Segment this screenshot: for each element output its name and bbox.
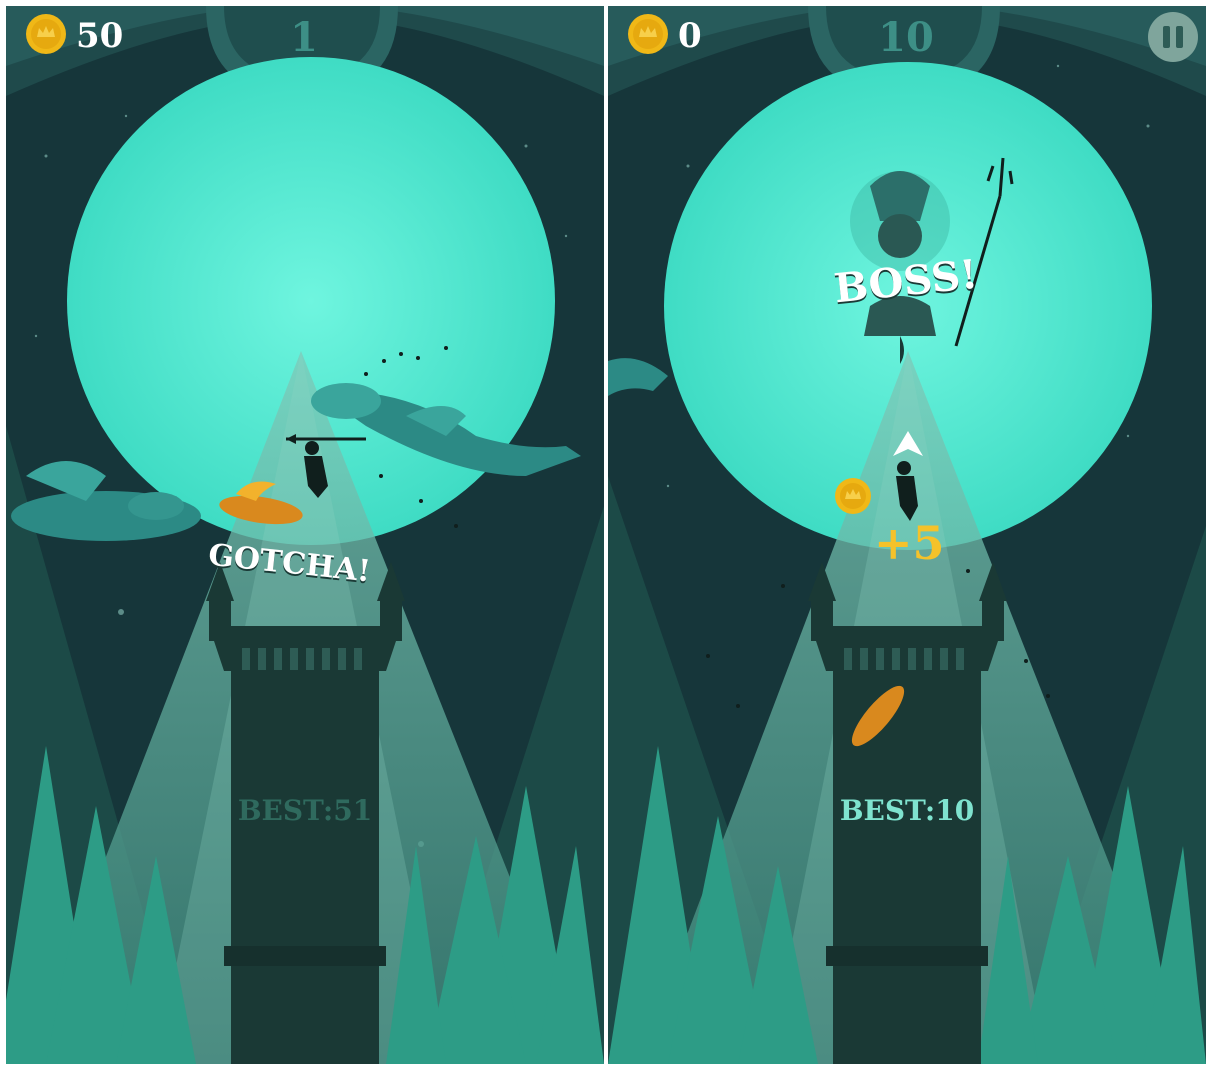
coin-icon <box>628 14 668 54</box>
coin-count: 0 <box>678 16 702 56</box>
game-screen-right[interactable]: 0 10 BOSS! +5 BEST:10 <box>608 6 1206 1064</box>
coin-icon <box>26 14 66 54</box>
current-score: 1 <box>290 14 318 61</box>
bonus-points: +5 <box>874 516 945 570</box>
best-score: BEST:51 <box>237 794 373 827</box>
coin-icon <box>835 478 871 514</box>
best-score: BEST:10 <box>839 794 975 827</box>
coin-count: 50 <box>76 16 124 56</box>
game-scene-left <box>6 6 604 1064</box>
current-score: 10 <box>878 14 934 61</box>
game-screen-left[interactable]: 50 1 GOTCHA! BEST:51 <box>6 6 604 1064</box>
pause-button[interactable] <box>1148 12 1198 62</box>
